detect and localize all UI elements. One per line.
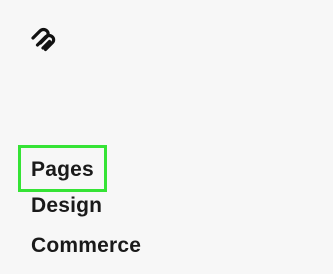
sidebar: Pages Design Commerce	[0, 0, 333, 274]
nav-item-design[interactable]: Design	[18, 185, 141, 225]
squarespace-logo-icon[interactable]	[29, 26, 59, 52]
main-nav: Pages Design Commerce	[18, 145, 141, 265]
nav-item-label: Commerce	[31, 233, 142, 257]
nav-item-label: Pages	[31, 158, 94, 181]
nav-item-commerce[interactable]: Commerce	[18, 225, 141, 265]
nav-item-label: Design	[31, 193, 103, 217]
